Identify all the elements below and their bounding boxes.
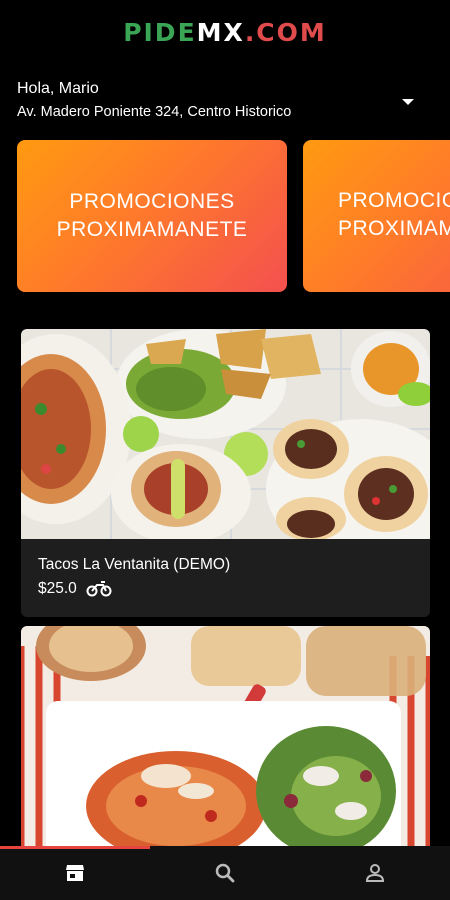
restaurant-name: Tacos La Ventanita (DEMO)	[38, 556, 231, 573]
nav-tab-search[interactable]	[150, 846, 300, 900]
promo-subtitle: PROXIMAMANETE	[338, 217, 450, 240]
promotions-carousel[interactable]: PROMOCIONES PROXIMAMANETE PROMOCIONES PR…	[0, 140, 450, 292]
profile-icon	[365, 864, 385, 882]
nav-tab-profile[interactable]	[300, 846, 450, 900]
nav-tab-store[interactable]	[0, 846, 150, 900]
logo-part-pide: PIDE	[123, 18, 197, 47]
logo-part-mx: MX	[196, 18, 245, 47]
bottom-navigation	[0, 846, 450, 900]
logo-part-com: .COM	[244, 18, 327, 47]
store-icon	[66, 865, 84, 881]
promo-title: PROMOCIONES	[69, 190, 235, 213]
restaurant-card[interactable]	[21, 626, 430, 866]
promo-title: PROMOCIONES	[338, 189, 450, 212]
app-logo: PIDEMX.COM	[0, 18, 450, 47]
delivery-address[interactable]: Av. Madero Poniente 324, Centro Historic…	[17, 104, 291, 120]
pasta-photo	[21, 626, 430, 866]
tacos-photo	[21, 329, 430, 539]
motorcycle-icon	[86, 581, 112, 597]
restaurant-card[interactable]: Tacos La Ventanita (DEMO) $25.0	[21, 329, 430, 617]
promo-card[interactable]: PROMOCIONES PROXIMAMANETE	[17, 140, 287, 292]
promo-subtitle: PROXIMAMANETE	[56, 218, 248, 241]
delivery-price: $25.0	[38, 580, 77, 597]
caret-down-icon[interactable]	[398, 92, 418, 112]
promo-card[interactable]: PROMOCIONES PROXIMAMANETE	[303, 140, 450, 292]
search-icon	[215, 863, 235, 883]
greeting-text: Hola, Mario	[17, 80, 99, 97]
